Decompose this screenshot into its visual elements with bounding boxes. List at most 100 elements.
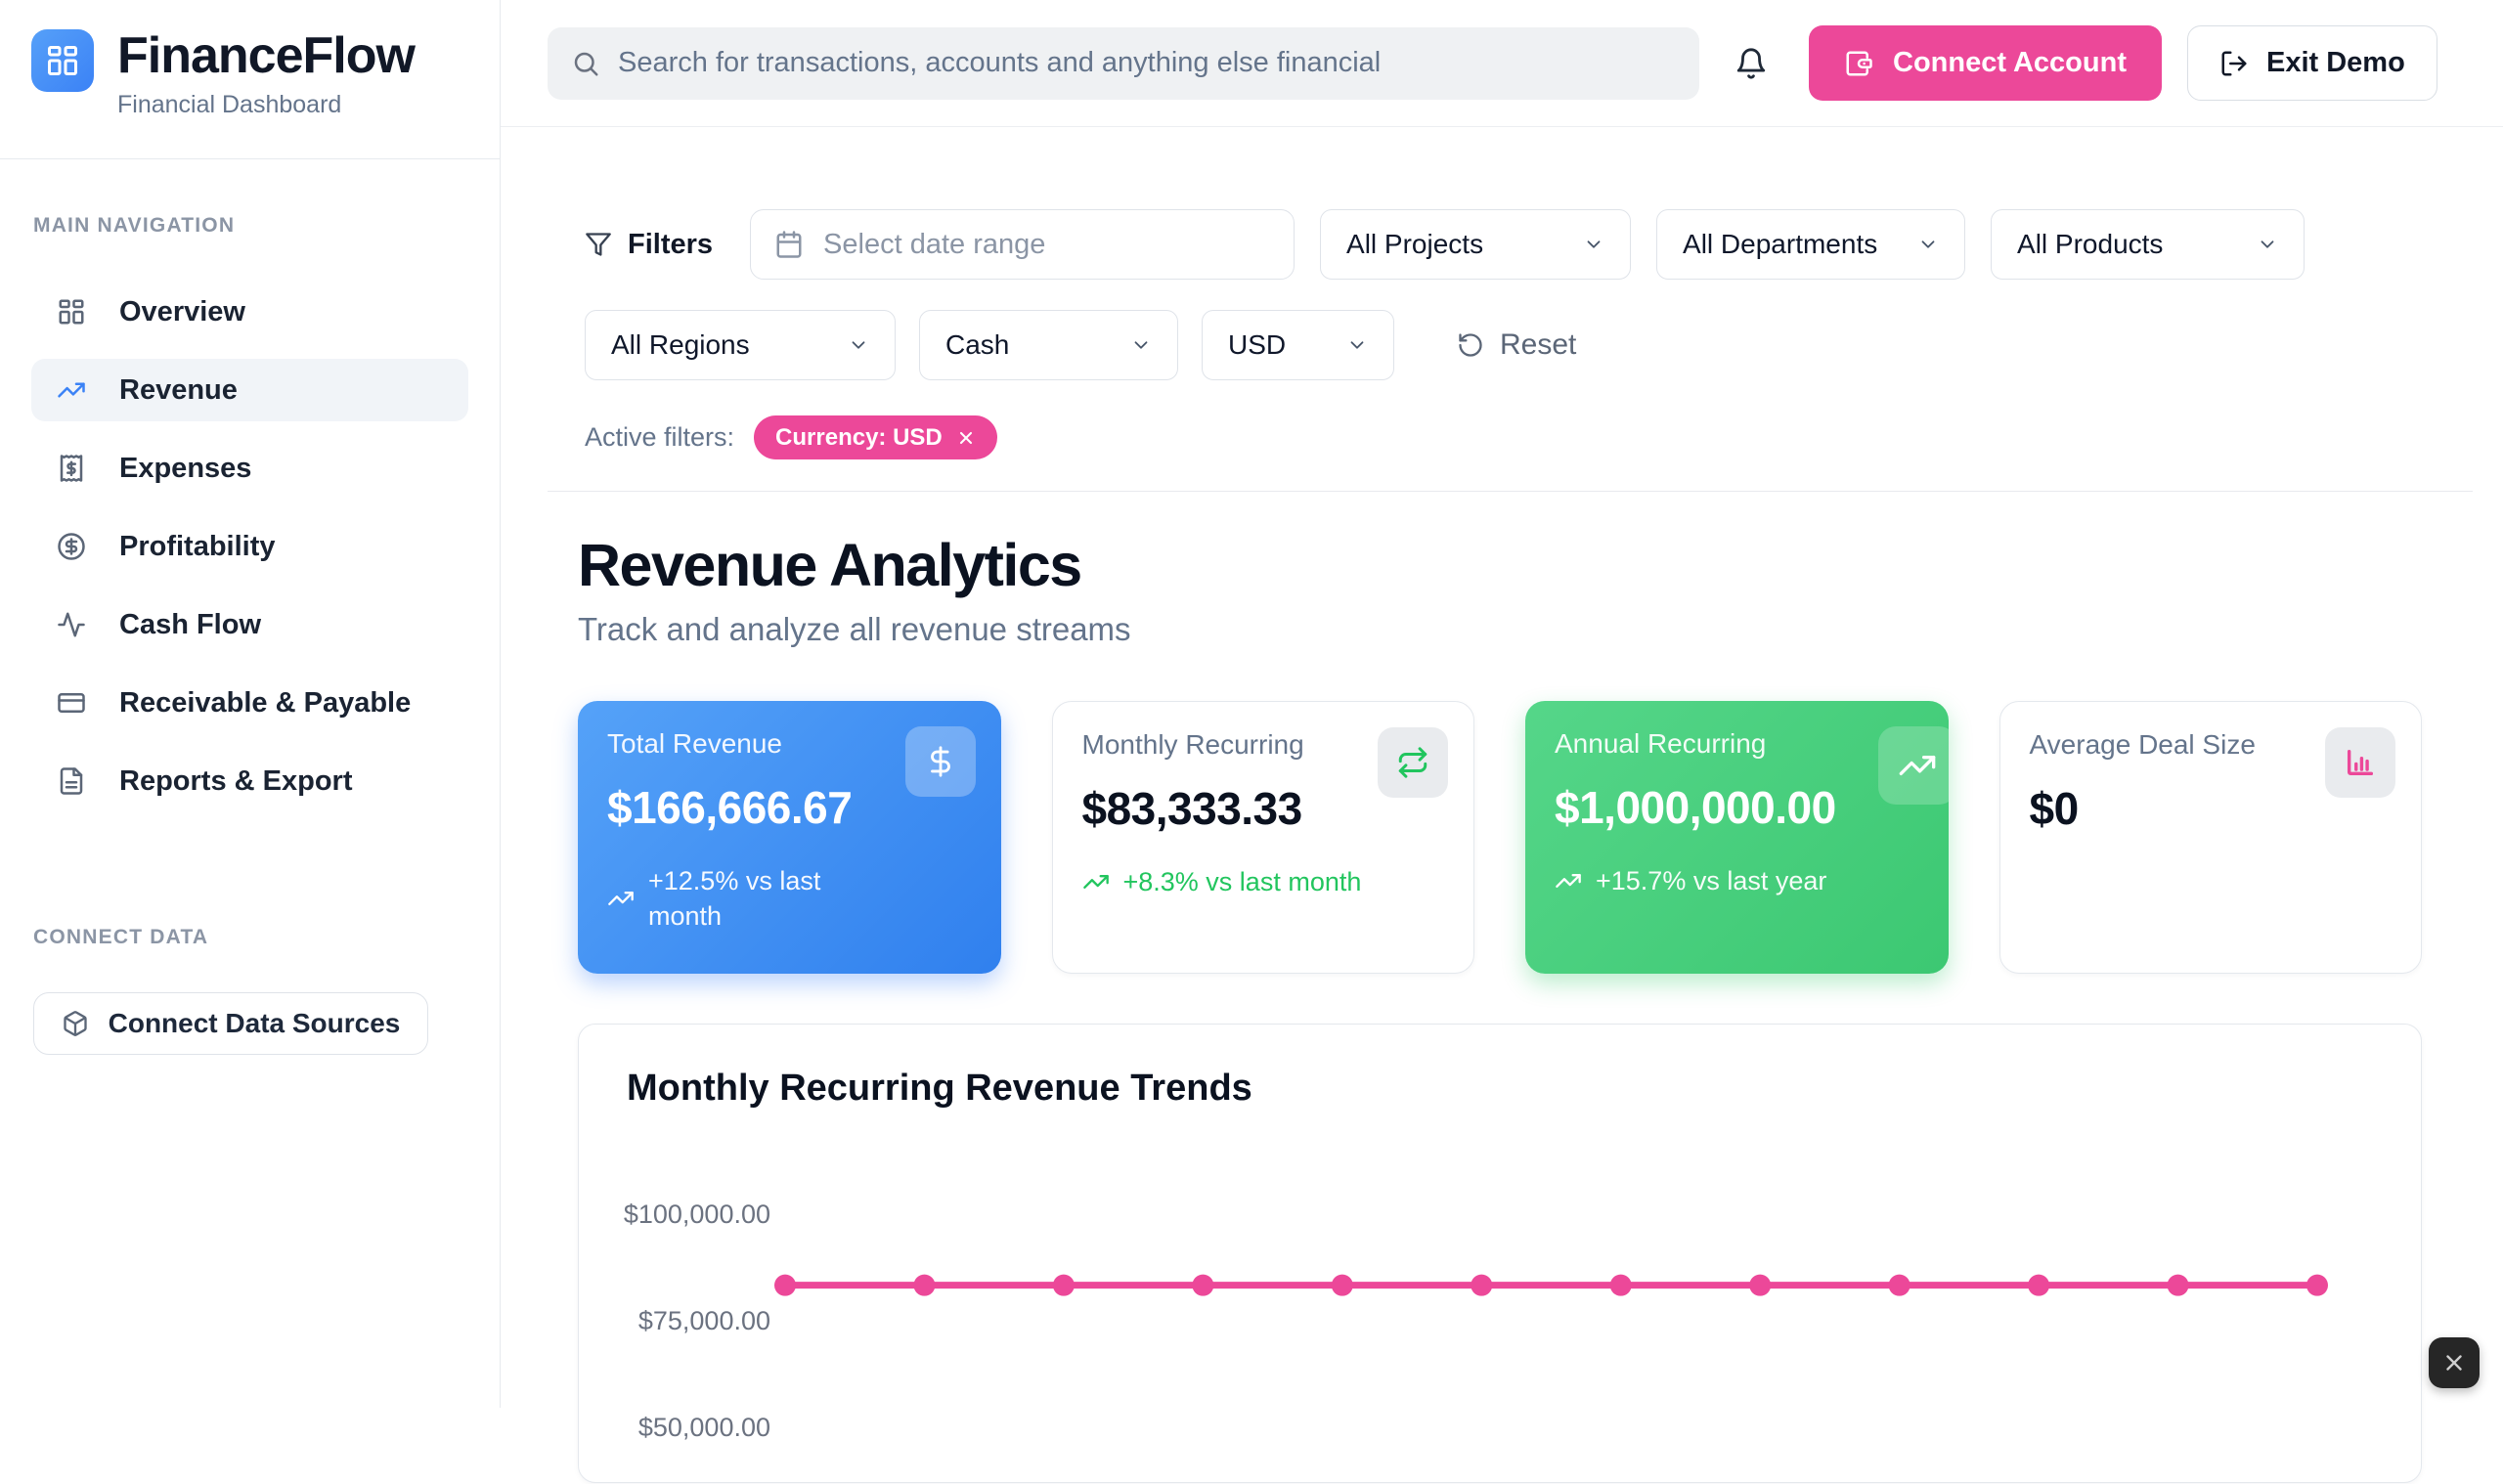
sidebar-item-overview[interactable]: Overview — [31, 281, 468, 343]
exit-demo-button[interactable]: Exit Demo — [2187, 25, 2437, 101]
data-point — [1192, 1275, 1213, 1296]
currency-dropdown-value: USD — [1228, 329, 1286, 361]
wallet-icon — [1844, 49, 1873, 78]
regions-dropdown[interactable]: All Regions — [585, 310, 896, 380]
data-point — [913, 1275, 935, 1296]
currency-dropdown[interactable]: USD — [1202, 310, 1394, 380]
departments-dropdown-value: All Departments — [1683, 229, 1877, 260]
y-axis-tick-label: $75,000.00 — [638, 1306, 770, 1335]
x-icon[interactable] — [956, 428, 976, 448]
dashboard-grid-icon — [57, 297, 86, 327]
sidebar-item-revenue[interactable]: Revenue — [31, 359, 468, 421]
sidebar-item-label: Expenses — [119, 453, 251, 485]
filters-label-group: Filters — [585, 229, 713, 261]
chip-label: Currency: USD — [775, 424, 943, 452]
data-point — [2168, 1275, 2189, 1296]
date-range-placeholder: Select date range — [823, 229, 1045, 261]
y-axis-tick-label: $50,000.00 — [638, 1413, 770, 1442]
data-point — [1053, 1275, 1075, 1296]
stat-card-annual-recurring: Annual Recurring $1,000,000.00 +15.7% vs… — [1525, 701, 1949, 974]
trending-up-icon — [1082, 868, 1110, 895]
repeat-icon — [1378, 727, 1448, 798]
sidebar: FinanceFlow Financial Dashboard MAIN NAV… — [0, 0, 501, 1408]
projects-dropdown[interactable]: All Projects — [1320, 209, 1631, 280]
chevron-down-icon — [1346, 334, 1368, 356]
connect-data-sources-label: Connect Data Sources — [109, 1008, 401, 1039]
section-divider — [548, 491, 2473, 492]
regions-dropdown-value: All Regions — [611, 329, 750, 361]
trending-up-icon — [57, 375, 86, 405]
credit-card-icon — [57, 688, 86, 718]
sidebar-item-receivable-payable[interactable]: Receivable & Payable — [31, 672, 468, 734]
rotate-ccw-icon — [1457, 331, 1484, 359]
sidebar-item-label: Receivable & Payable — [119, 687, 411, 720]
app-title: FinanceFlow — [117, 29, 415, 83]
app-subtitle: Financial Dashboard — [117, 91, 415, 119]
sidebar-item-expenses[interactable]: Expenses — [31, 437, 468, 500]
stat-card-average-deal-size: Average Deal Size $0 — [1999, 701, 2423, 974]
sidebar-item-cash-flow[interactable]: Cash Flow — [31, 593, 468, 656]
activity-icon — [57, 610, 86, 639]
data-point — [1749, 1275, 1771, 1296]
sidebar-item-label: Reports & Export — [119, 765, 352, 798]
connect-data-header: CONNECT DATA — [33, 926, 468, 949]
date-range-input[interactable]: Select date range — [750, 209, 1295, 280]
currency-filter-chip[interactable]: Currency: USD — [754, 415, 997, 459]
sidebar-item-reports-export[interactable]: Reports & Export — [31, 750, 468, 812]
floating-close-button[interactable] — [2429, 1337, 2480, 1388]
stat-label: Annual Recurring — [1555, 728, 1919, 760]
stat-change: +8.3% vs last month — [1082, 864, 1445, 899]
chevron-down-icon — [1583, 234, 1604, 255]
search-input[interactable] — [618, 47, 1676, 79]
sidebar-item-label: Profitability — [119, 531, 276, 563]
sidebar-item-profitability[interactable]: Profitability — [31, 515, 468, 578]
funnel-icon — [585, 231, 612, 258]
active-filters-row: Active filters: Currency: USD — [585, 415, 2422, 459]
brand-header: FinanceFlow Financial Dashboard — [0, 0, 500, 159]
receipt-icon — [57, 454, 86, 483]
main-area: Connect Account Exit Demo Filters — [501, 0, 2503, 1408]
search-icon — [571, 49, 600, 78]
stat-change-text: +12.5% vs last month — [648, 863, 888, 935]
stat-change: +12.5% vs last month — [607, 863, 972, 935]
trending-up-icon — [1878, 726, 1949, 805]
chevron-down-icon — [1130, 334, 1152, 356]
close-icon — [2441, 1350, 2467, 1375]
stat-change-text: +8.3% vs last month — [1123, 864, 1362, 899]
global-search[interactable] — [548, 27, 1699, 100]
data-point — [2028, 1275, 2049, 1296]
cash-dropdown-value: Cash — [945, 329, 1009, 361]
brand-text: FinanceFlow Financial Dashboard — [117, 29, 415, 119]
cash-dropdown[interactable]: Cash — [919, 310, 1178, 380]
data-point — [774, 1275, 796, 1296]
notifications-bell-icon[interactable] — [1735, 47, 1768, 80]
filters-row-2: All Regions Cash USD Reset — [585, 310, 2422, 380]
reset-filters-button[interactable]: Reset — [1457, 328, 1576, 362]
main-navigation-header: MAIN NAVIGATION — [33, 214, 468, 238]
active-filters-label: Active filters: — [585, 422, 734, 453]
sidebar-item-label: Revenue — [119, 374, 238, 407]
page-title: Revenue Analytics — [578, 531, 2422, 599]
sidebar-item-label: Cash Flow — [119, 609, 261, 641]
connect-data-sources-button[interactable]: Connect Data Sources — [33, 992, 428, 1055]
products-dropdown[interactable]: All Products — [1991, 209, 2305, 280]
package-icon — [62, 1010, 89, 1037]
stat-change-text: +15.7% vs last year — [1596, 863, 1826, 898]
reset-label: Reset — [1500, 328, 1576, 362]
data-point — [1471, 1275, 1492, 1296]
chevron-down-icon — [848, 334, 869, 356]
file-text-icon — [57, 766, 86, 796]
products-dropdown-value: All Products — [2017, 229, 2163, 260]
data-point — [1610, 1275, 1632, 1296]
stat-card-monthly-recurring: Monthly Recurring $83,333.33 +8.3% vs la… — [1052, 701, 1475, 974]
calendar-icon — [774, 230, 804, 259]
mrr-line-chart: $100,000.00$75,000.00$50,000.00 — [579, 1025, 2423, 1484]
bar-chart-icon — [2325, 727, 2395, 798]
connect-account-button[interactable]: Connect Account — [1809, 25, 2162, 101]
stat-change: +15.7% vs last year — [1555, 863, 1919, 898]
trending-up-icon — [1555, 867, 1582, 895]
departments-dropdown[interactable]: All Departments — [1656, 209, 1965, 280]
page-subtitle: Track and analyze all revenue streams — [578, 611, 2422, 648]
dollar-icon — [905, 726, 976, 797]
data-point — [1889, 1275, 1910, 1296]
